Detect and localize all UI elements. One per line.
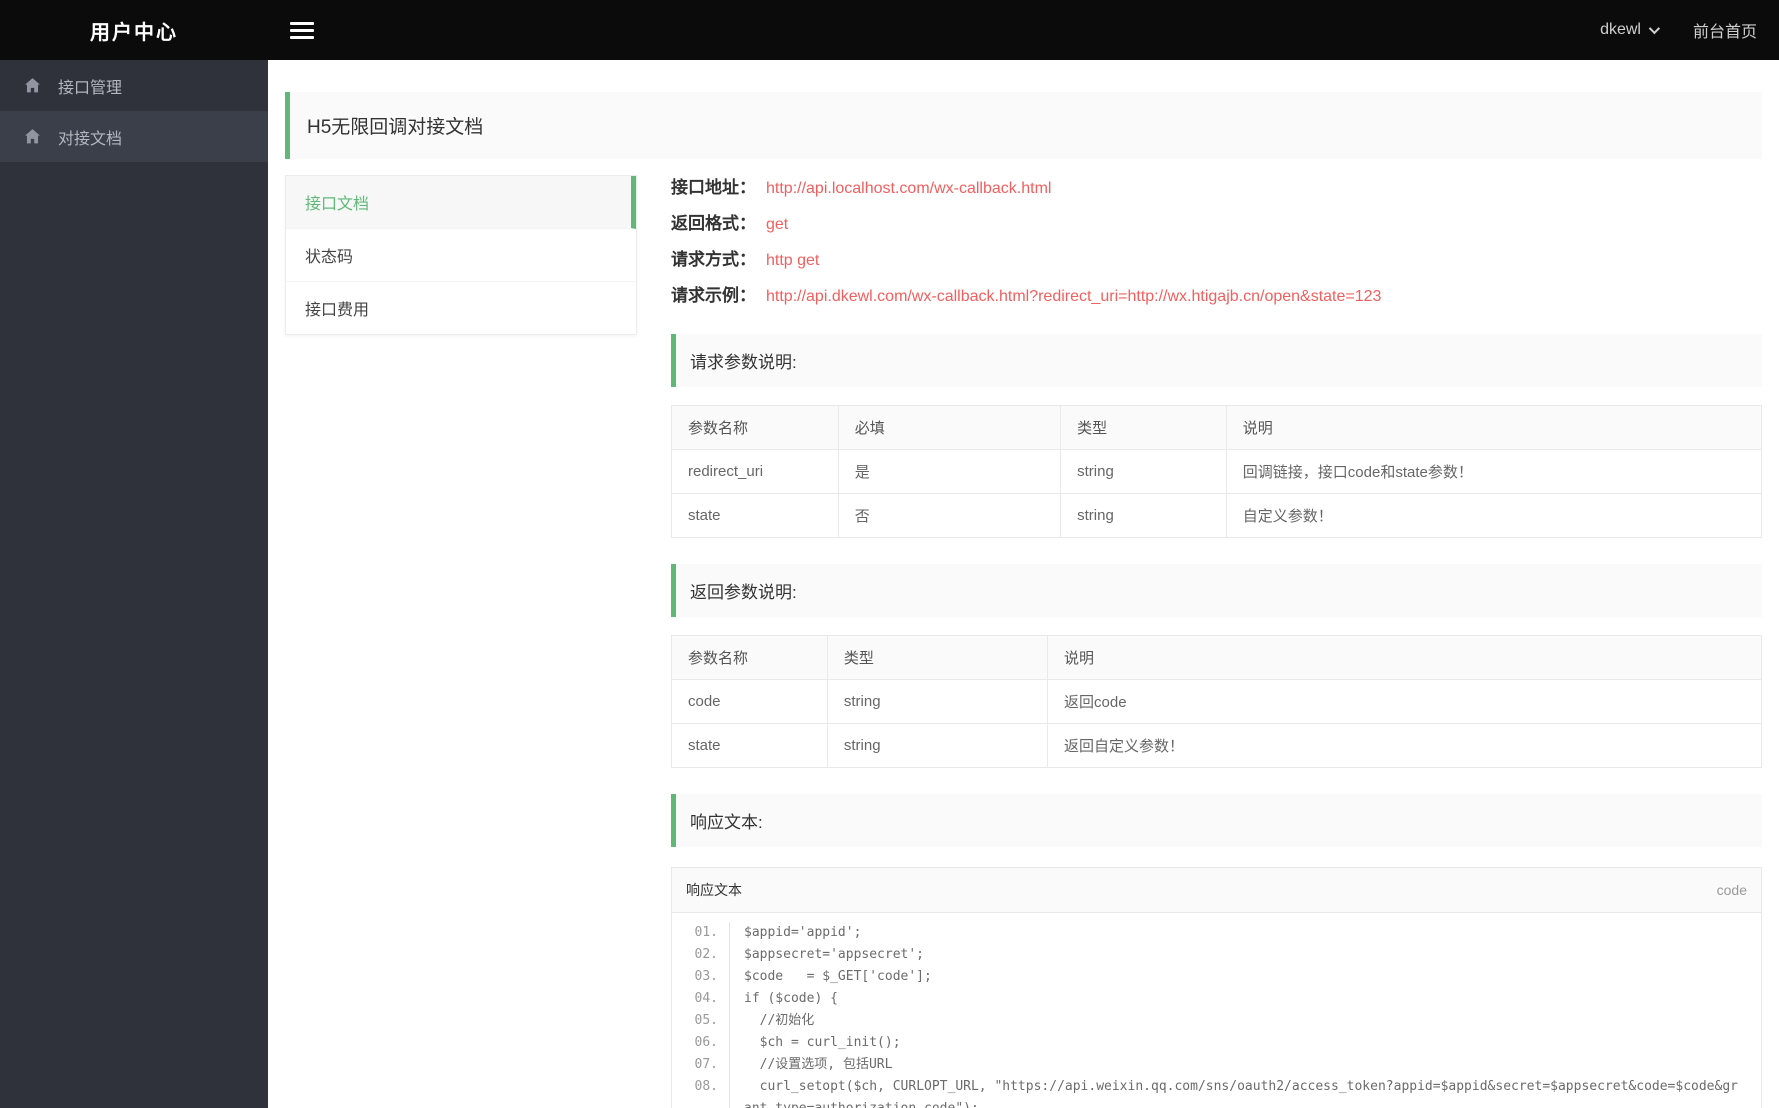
hamburger-menu-icon[interactable]: [286, 12, 318, 49]
api-url-link[interactable]: http://api.localhost.com/wx-callback.htm…: [766, 178, 1051, 200]
info-row-return-format: 返回格式： get: [671, 213, 1762, 236]
table-cell: 回调链接，接口code和state参数！: [1225, 449, 1763, 494]
subnav-item-api-doc[interactable]: 接口文档: [286, 176, 636, 229]
info-row-request-method: 请求方式： http get: [671, 249, 1762, 272]
section-header-response-text: 响应文本:: [671, 794, 1762, 847]
line-number: 01.: [672, 922, 730, 944]
response-params-table: 参数名称 类型 说明 code string 返回code state stri…: [671, 635, 1762, 768]
line-number: 02.: [672, 944, 730, 966]
table-cell: state: [671, 723, 828, 768]
code-panel-header: 响应文本 code: [672, 868, 1761, 913]
column-header: 必填: [837, 405, 1062, 450]
info-row-request-example: 请求示例： http://api.dkewl.com/wx-callback.h…: [671, 285, 1762, 308]
table-row: redirect_uri 是 string 回调链接，接口code和state参…: [671, 449, 1763, 494]
table-cell: string: [1060, 449, 1227, 494]
code-block: 01. $appid='appid'; 02. $appsecret='appsec…: [672, 913, 1761, 1108]
home-icon: [24, 128, 41, 145]
table-cell: code: [671, 679, 828, 724]
column-header: 说明: [1047, 635, 1762, 680]
info-label: 返回格式：: [671, 214, 756, 233]
subnav-item-api-fees[interactable]: 接口费用: [286, 282, 636, 334]
username: dkewl: [1600, 21, 1641, 38]
code-line: 08. curl_setopt($ch, CURLOPT_URL, "https…: [672, 1076, 1761, 1108]
doc-subnav: 接口文档 状态码 接口费用: [285, 175, 637, 335]
subnav-item-status-codes[interactable]: 状态码: [286, 229, 636, 282]
code-line: 06. $ch = curl_init();: [672, 1032, 1761, 1054]
line-number: 08.: [672, 1076, 730, 1108]
table-header-row: 参数名称 类型 说明: [671, 635, 1762, 680]
code-text: $appsecret='appsecret';: [744, 947, 925, 962]
doc-body: 接口地址： http://api.localhost.com/wx-callba…: [671, 175, 1763, 1108]
table-cell: 是: [837, 449, 1062, 494]
table-cell: string: [826, 679, 1049, 724]
page-title-bar: H5无限回调对接文档: [285, 92, 1762, 159]
table-cell: state: [671, 493, 839, 538]
info-row-api-url: 接口地址： http://api.localhost.com/wx-callba…: [671, 177, 1762, 200]
code-line: 04. if ($code) {: [672, 988, 1761, 1010]
request-params-table: 参数名称 必填 类型 说明 redirect_uri 是 string 回调链接…: [671, 405, 1763, 538]
home-icon: [24, 77, 41, 94]
table-cell: 返回自定义参数！: [1047, 723, 1762, 768]
topbar: 用户中心 dkewl 前台首页: [0, 0, 1779, 60]
return-format-value: get: [766, 216, 789, 233]
code-text: $code = $_GET['code'];: [744, 969, 932, 984]
line-number: 07.: [672, 1054, 730, 1076]
column-header: 参数名称: [671, 635, 828, 680]
front-home-link[interactable]: 前台首页: [1693, 18, 1757, 42]
sidebar-item-label: 对接文档: [58, 130, 123, 148]
table-cell: 返回code: [1047, 679, 1762, 724]
column-header: 参数名称: [671, 405, 839, 450]
code-text: $appid='appid';: [744, 925, 862, 940]
app-viewport: 用户中心 dkewl 前台首页 接口管理 对接文档 H5无限回调对接文档 接口文…: [0, 0, 1779, 1108]
code-line: 01. $appid='appid';: [672, 922, 1761, 944]
table-cell: string: [1060, 493, 1227, 538]
line-number: 06.: [672, 1032, 730, 1054]
table-cell: redirect_uri: [671, 449, 839, 494]
info-label: 请求示例：: [671, 286, 756, 305]
sidebar-item-label: 接口管理: [58, 79, 123, 97]
line-number: 03.: [672, 966, 730, 988]
chevron-down-icon: [1648, 22, 1661, 35]
user-menu[interactable]: dkewl: [1600, 21, 1661, 39]
info-label: 接口地址：: [671, 178, 756, 197]
section-header-request-params: 请求参数说明:: [671, 334, 1762, 387]
content-row: 接口文档 状态码 接口费用 接口地址： http://api.localhost…: [285, 175, 1763, 1108]
section-header-response-params: 返回参数说明:: [671, 564, 1762, 617]
code-line: 02. $appsecret='appsecret';: [672, 944, 1761, 966]
request-method-value: http get: [766, 252, 820, 269]
code-panel: 响应文本 code 01. $appid='appid'; 02. $appsecr…: [671, 867, 1762, 1108]
sidebar-item-docs[interactable]: 对接文档: [0, 111, 268, 162]
code-text: curl_setopt($ch, CURLOPT_URL, "https://a…: [744, 1079, 1738, 1108]
main-content: H5无限回调对接文档 接口文档 状态码 接口费用 接口地址： http://ap…: [268, 60, 1779, 1108]
api-info: 接口地址： http://api.localhost.com/wx-callba…: [671, 177, 1762, 308]
table-row: code string 返回code: [671, 679, 1762, 724]
line-number: 04.: [672, 988, 730, 1010]
column-header: 类型: [1060, 405, 1227, 450]
sidebar: 接口管理 对接文档: [0, 60, 268, 1108]
line-number: 05.: [672, 1010, 730, 1032]
request-example-link[interactable]: http://api.dkewl.com/wx-callback.html?re…: [766, 286, 1381, 308]
code-text: $ch = curl_init();: [744, 1035, 901, 1050]
topbar-right: dkewl 前台首页: [1600, 18, 1779, 42]
column-header: 说明: [1225, 405, 1763, 450]
table-cell: 自定义参数！: [1225, 493, 1763, 538]
sidebar-item-api-management[interactable]: 接口管理: [0, 60, 268, 111]
column-header: 类型: [826, 635, 1049, 680]
code-line: 05. //初始化: [672, 1010, 1761, 1032]
info-label: 请求方式：: [671, 250, 756, 269]
page-title: H5无限回调对接文档: [307, 117, 484, 138]
code-line: 03. $code = $_GET['code'];: [672, 966, 1761, 988]
code-language-badge: code: [1716, 882, 1747, 898]
code-text: //初始化: [744, 1013, 815, 1028]
table-row: state string 返回自定义参数！: [671, 723, 1762, 768]
code-panel-title: 响应文本: [686, 882, 742, 898]
code-text: //设置选项, 包括URL: [744, 1057, 893, 1072]
table-header-row: 参数名称 必填 类型 说明: [671, 405, 1763, 450]
app-logo: 用户中心: [90, 21, 178, 44]
table-row: state 否 string 自定义参数！: [671, 493, 1763, 538]
table-cell: string: [826, 723, 1049, 768]
code-text: if ($code) {: [744, 991, 838, 1006]
code-line: 07. //设置选项, 包括URL: [672, 1054, 1761, 1076]
table-cell: 否: [837, 493, 1062, 538]
